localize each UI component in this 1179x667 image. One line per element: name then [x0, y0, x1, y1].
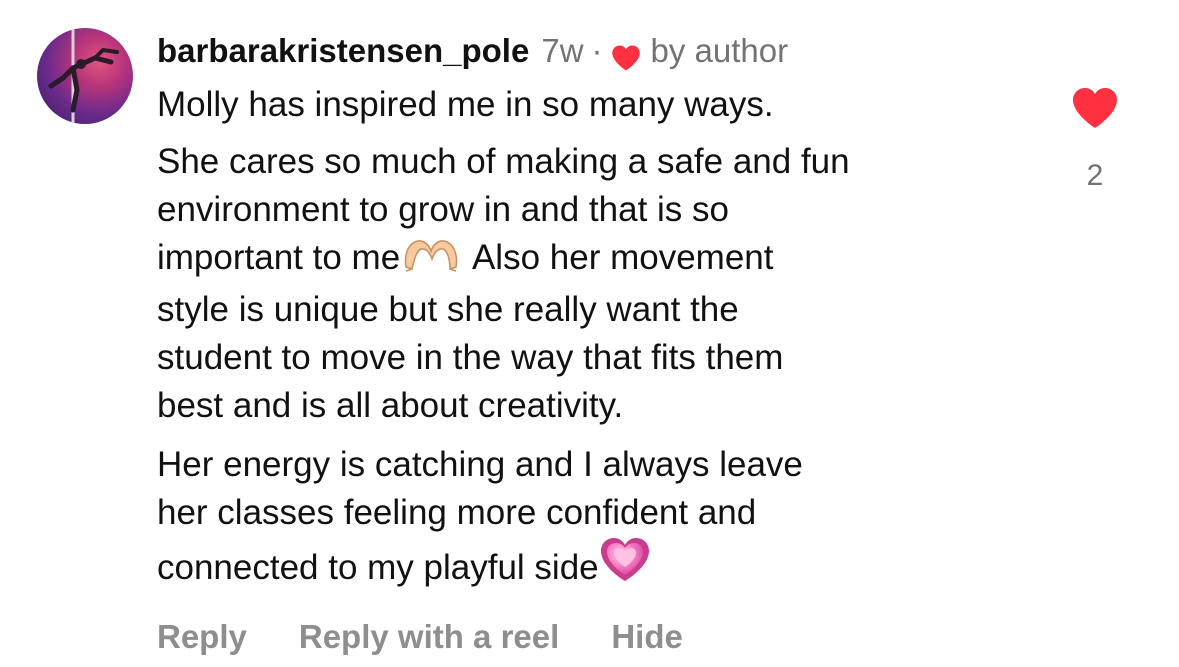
avatar-image — [48, 28, 119, 124]
comment-body: barbarakristensen_pole 7w · by author Mo… — [157, 28, 1057, 660]
comment-text-line: Her energy is catching and I always leav… — [157, 445, 803, 484]
comment-text-line: environment to grow in and that is so — [157, 190, 729, 229]
heart-icon — [611, 38, 641, 71]
comment-text-line: Also her movement — [471, 238, 774, 277]
growing-heart-emoji — [599, 537, 651, 596]
liked-by-author-label: by author — [650, 32, 789, 69]
comment: barbarakristensen_pole 7w · by author Mo… — [0, 0, 1179, 667]
comment-paragraph: She cares so much of making a safe and f… — [157, 138, 1057, 430]
comment-actions: Reply Reply with a reel Hide — [157, 614, 1057, 660]
like-column: 2 — [1070, 86, 1120, 193]
comment-paragraph: Molly has inspired me in so many ways. — [157, 81, 1057, 129]
comment-paragraph: Her energy is catching and I always leav… — [157, 441, 1057, 596]
username[interactable]: barbarakristensen_pole — [157, 28, 529, 74]
comment-text-line: connected to my playful side — [157, 548, 599, 587]
comment-text-line: She cares so much of making a safe and f… — [157, 142, 850, 181]
reply-with-reel-button[interactable]: Reply with a reel — [299, 614, 559, 660]
like-count[interactable]: 2 — [1070, 159, 1120, 193]
heart-hands-emoji — [400, 235, 464, 286]
comment-text-line: student to move in the way that fits the… — [157, 338, 784, 377]
reply-button[interactable]: Reply — [157, 614, 247, 660]
comment-text-line: Molly has inspired me in so many ways. — [157, 85, 774, 124]
hide-button[interactable]: Hide — [611, 614, 683, 660]
separator: · — [591, 32, 603, 69]
comment-text-line: her classes feeling more confident and — [157, 493, 757, 532]
comment-text-line: best and is all about creativity. — [157, 386, 624, 425]
heart-filled-icon[interactable] — [1071, 86, 1119, 130]
comment-text-line: important to me — [157, 238, 401, 277]
comment-header: barbarakristensen_pole 7w · by author — [157, 28, 1057, 74]
avatar[interactable] — [37, 28, 133, 124]
timestamp: 7w — [541, 32, 584, 69]
comment-text-line: style is unique but she really want the — [157, 290, 739, 329]
